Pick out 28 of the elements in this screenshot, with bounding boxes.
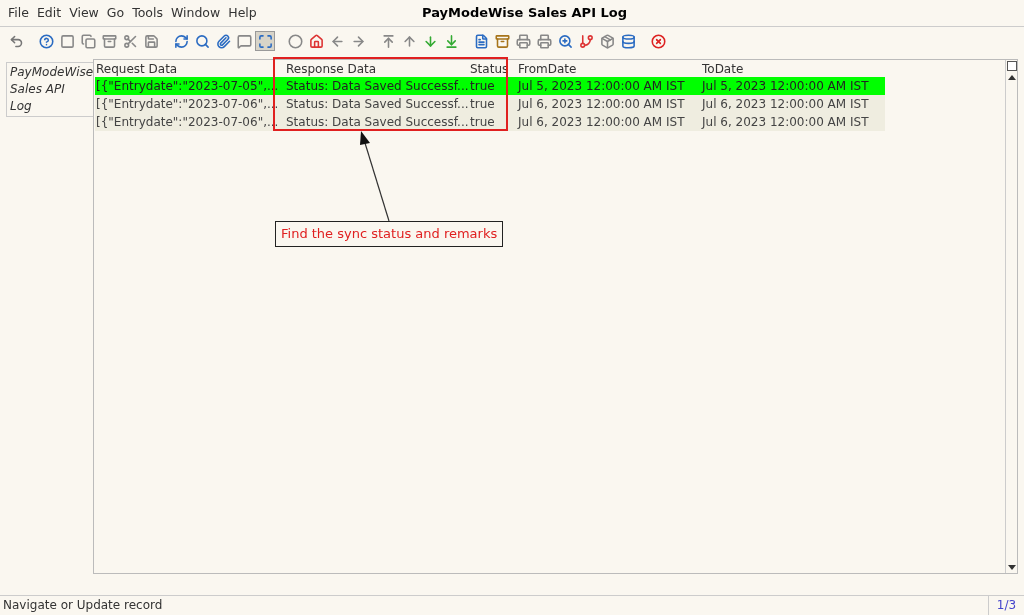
- table-cell-text: Jul 5, 2023 12:00:00 AM IST: [517, 78, 686, 95]
- column-header[interactable]: FromDate: [517, 61, 701, 77]
- column-header[interactable]: ToDate: [701, 61, 885, 77]
- table-cell-text: Status: Data Saved Successf...: [285, 78, 469, 95]
- column-header[interactable]: Response Data: [285, 61, 469, 77]
- table-cell-text: Jul 5, 2023 12:00:00 AM IST: [701, 78, 870, 95]
- table-cell-text: true: [469, 96, 496, 113]
- status-message: Navigate or Update record: [2, 597, 164, 614]
- table-cell-text: Jul 6, 2023 12:00:00 AM IST: [701, 96, 870, 113]
- record-counter: 1/3: [988, 596, 1024, 615]
- callout-note: Find the sync status and remarks: [275, 221, 504, 247]
- menu-item[interactable]: Tools: [128, 3, 167, 23]
- column-header[interactable]: Request Data: [95, 61, 285, 77]
- window-title: PayModeWise Sales API Log: [422, 4, 628, 23]
- table-cell-text: true: [469, 114, 496, 131]
- menu-item[interactable]: View: [65, 3, 103, 23]
- table-cell-text: true: [469, 78, 496, 95]
- table-cell-text: Status: Data Saved Successf...: [285, 114, 469, 131]
- table-cell-text: Status: Data Saved Successf...: [285, 96, 469, 113]
- table-cell-text: Jul 6, 2023 12:00:00 AM IST: [517, 96, 686, 113]
- side-tab[interactable]: PayModeWise Sales API Log: [6, 62, 93, 117]
- menu-item[interactable]: Window: [166, 3, 225, 23]
- table-cell-text: Jul 6, 2023 12:00:00 AM IST: [517, 114, 686, 131]
- menu-item[interactable]: Edit: [32, 3, 66, 23]
- table-cell-text: Jul 6, 2023 12:00:00 AM IST: [701, 114, 870, 131]
- menu-item[interactable]: Help: [224, 3, 261, 23]
- menu-item[interactable]: File: [4, 3, 33, 23]
- menu-item[interactable]: Go: [102, 3, 129, 23]
